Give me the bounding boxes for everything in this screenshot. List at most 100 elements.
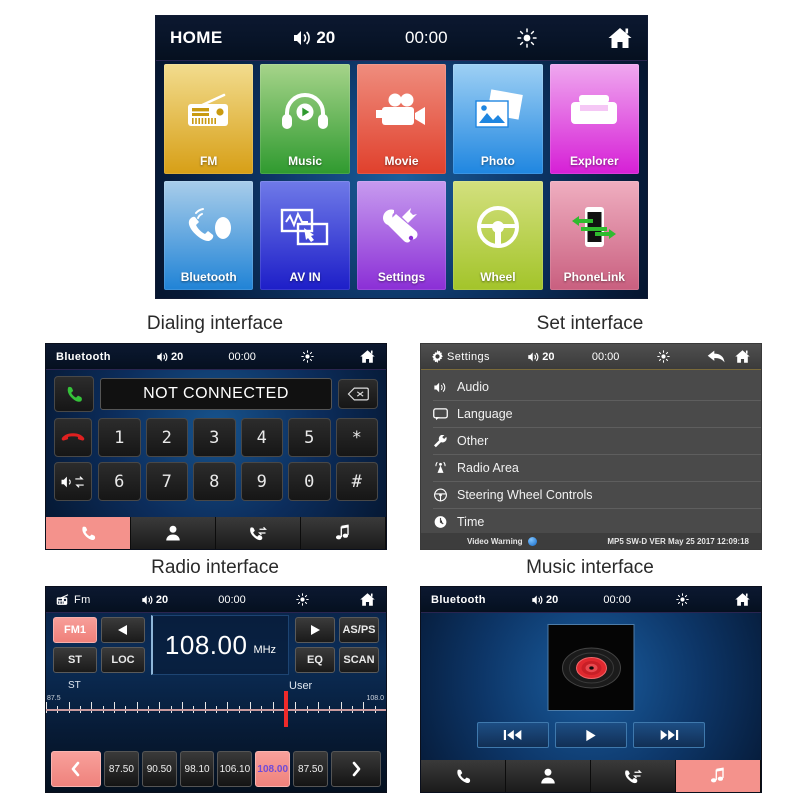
settings-item-other[interactable]: Other [433,428,761,455]
preset-button-selected[interactable]: 108.00 [255,751,291,787]
scan-button[interactable]: SCAN [339,647,379,673]
home-tile-explorer[interactable]: Explorer [549,64,639,174]
prev-station-button[interactable] [101,617,145,643]
preset-button[interactable]: 98.10 [179,751,215,787]
keypad-key[interactable]: * [335,418,378,457]
home-icon[interactable] [359,592,376,607]
radio-volume-value: 20 [155,593,169,606]
scale-tick [386,702,387,713]
keypad-key[interactable]: 5 [288,418,331,457]
home-tile-fm[interactable]: FM [164,64,254,174]
settings-footer: Video Warning MP5 SW-D VER May 25 2017 1… [421,533,761,549]
back-arrow-icon[interactable] [707,349,726,364]
brightness-icon[interactable] [656,350,670,363]
home-tile-movie[interactable]: Movie [356,64,447,174]
keypad-key[interactable]: 4 [240,418,283,457]
home-volume[interactable]: 20 [292,28,335,48]
home-tile-av-in[interactable]: AV IN [260,180,350,290]
next-station-button[interactable] [295,617,335,643]
tab-phone[interactable] [46,517,131,549]
home-icon[interactable] [734,349,751,364]
stereo-button[interactable]: ST [53,647,97,673]
settings-item-language[interactable]: Language [433,401,761,428]
settings-item-steering-wheel-controls[interactable]: Steering Wheel Controls [433,482,761,509]
radio-volume[interactable]: 20 [141,594,168,606]
brightness-icon[interactable] [517,28,538,48]
preset-prev-button[interactable] [51,751,101,787]
dialing-title: Bluetooth [56,350,111,363]
asps-button[interactable]: AS/PS [339,617,379,643]
music-screen: Bluetooth 20 00:00 [420,586,762,793]
frequency-scale[interactable]: ST User 87.5 108.0 [46,679,386,731]
radio-right-buttons: AS/PS EQ SCAN [295,617,379,673]
home-tile-settings[interactable]: Settings [356,180,447,290]
home-volume-value: 20 [316,28,336,47]
radio-title: Fm [74,593,91,606]
settings-volume[interactable]: 20 [527,351,555,363]
tab-call-log[interactable] [216,517,301,549]
preset-button[interactable]: 90.50 [141,751,177,787]
brightness-icon[interactable] [296,593,309,606]
tab-contacts[interactable] [506,760,591,792]
call-answer-button[interactable] [54,376,94,412]
call-end-button[interactable] [54,418,92,457]
call-log-icon [248,524,268,542]
band-button[interactable]: FM1 [53,617,97,643]
scale-tick [250,702,251,713]
dialing-screen: Bluetooth 20 00:00 NOT CONNECTED 1 2 3 4… [45,343,387,550]
home-icon[interactable] [734,592,751,607]
home-tile-bluetooth[interactable]: Bluetooth [164,180,254,290]
home-title: HOME [170,28,223,47]
tab-call-log[interactable] [591,760,676,792]
settings-item-radio-area[interactable]: Radio Area [433,455,761,482]
scale-tick [204,702,206,713]
audio-transfer-button[interactable] [54,462,92,501]
eq-button[interactable]: EQ [295,647,335,673]
dialing-volume[interactable]: 20 [156,351,183,363]
local-button[interactable]: LOC [101,647,145,673]
tab-contacts[interactable] [131,517,216,549]
home-icon[interactable] [607,26,633,50]
keypad-key[interactable]: 6 [98,462,141,501]
headphones-icon [260,74,349,148]
backspace-button[interactable] [338,379,378,409]
brightness-icon[interactable] [301,350,314,363]
home-tile-photo[interactable]: Photo [453,64,543,174]
keypad-key[interactable]: 0 [288,462,331,501]
keypad-key[interactable]: 3 [193,418,236,457]
home-icon[interactable] [359,349,376,364]
frequency-unit: MHz [253,643,277,656]
music-volume[interactable]: 20 [531,594,558,606]
keypad-key[interactable]: 1 [98,418,141,457]
preset-button[interactable]: 87.50 [104,751,139,787]
steering-wheel-icon [433,488,448,502]
speaker-icon [433,381,448,394]
settings-item-time[interactable]: Time [433,509,761,535]
settings-item-audio[interactable]: Audio [433,374,761,401]
keypad-key[interactable]: 9 [240,462,283,501]
home-tile-wheel[interactable]: Wheel [453,180,543,290]
preset-next-button[interactable] [330,751,381,787]
keypad-key[interactable]: 8 [193,462,236,501]
home-tile-music[interactable]: Music [260,64,350,174]
preset-button[interactable]: 87.50 [293,751,328,787]
preset-button[interactable]: 106.10 [217,751,253,787]
scale-tick [159,702,161,713]
next-track-button[interactable] [633,722,705,748]
play-button[interactable] [555,722,627,748]
previous-track-button[interactable] [477,722,549,748]
scale-cursor[interactable] [284,691,288,727]
keypad-key[interactable]: 7 [145,462,188,501]
volume-icon [141,594,155,606]
dialing-keypad-area: 1 2 3 4 5 * 6 7 8 9 0 # [54,418,378,501]
keypad-key[interactable]: # [335,462,378,501]
dialed-number-display[interactable]: NOT CONNECTED [100,378,332,410]
home-clock: 00:00 [405,28,448,47]
tab-music[interactable] [301,517,386,549]
keypad-key[interactable]: 2 [145,418,188,457]
tab-music[interactable] [676,760,761,792]
brightness-icon[interactable] [676,593,689,606]
music-tabbar [421,760,761,792]
tab-phone[interactable] [421,760,506,792]
home-tile-phonelink[interactable]: PhoneLink [549,180,639,290]
